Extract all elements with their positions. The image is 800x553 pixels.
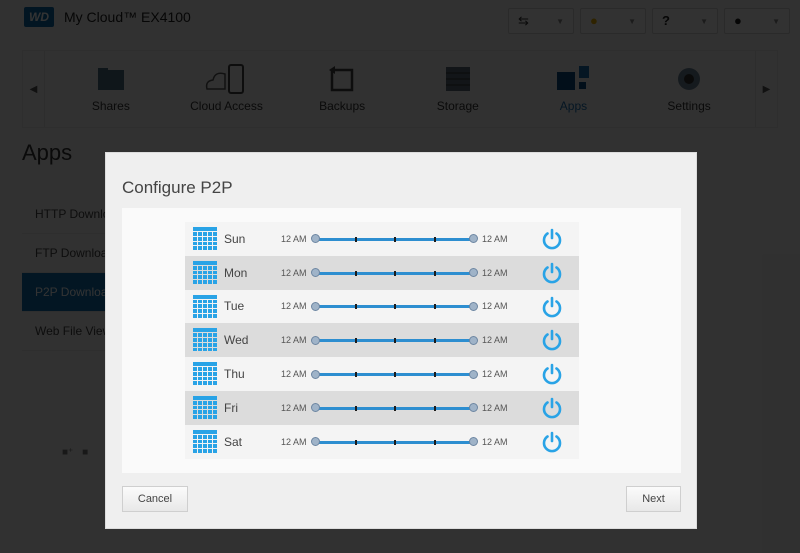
start-handle[interactable] [311, 268, 320, 278]
end-handle[interactable] [469, 403, 478, 413]
time-range-slider[interactable] [315, 372, 473, 378]
slider-tick [354, 439, 357, 445]
end-time-label: 12 AM [482, 369, 508, 380]
start-handle[interactable] [311, 403, 320, 413]
slider-tick [433, 439, 436, 445]
end-handle[interactable] [469, 335, 478, 345]
start-handle[interactable] [311, 301, 320, 311]
slider-tick [433, 405, 436, 411]
time-range-slider[interactable] [315, 439, 473, 445]
slider-tick [433, 372, 436, 378]
cancel-button[interactable]: Cancel [122, 486, 188, 512]
calendar-icon [193, 395, 217, 419]
day-label: Fri [224, 400, 238, 415]
slider-tick [433, 236, 436, 242]
slider-tick [394, 405, 396, 411]
schedule-row: Sat 12 AM 12 AM [185, 424, 579, 459]
slider-tick [394, 338, 396, 344]
end-handle[interactable] [469, 437, 478, 447]
power-toggle-icon[interactable] [541, 296, 563, 318]
power-toggle-icon[interactable] [541, 262, 563, 284]
schedule-row: Fri 12 AM 12 AM [185, 390, 579, 425]
calendar-icon [193, 362, 217, 386]
day-label: Tue [224, 299, 245, 314]
dialog-title: Configure P2P [122, 178, 233, 197]
calendar-icon [193, 227, 217, 250]
schedule-row: Tue 12 AM 12 AM [185, 289, 579, 324]
time-range-slider[interactable] [315, 270, 473, 276]
slider-tick [354, 338, 357, 344]
schedule-list: Sun 12 AM 12 AM Mon 12 AM 12 AM Tue 12 AM 12 AM W… [185, 222, 579, 459]
slider-tick [394, 304, 396, 310]
start-time-label: 12 AM [281, 267, 307, 278]
schedule-row: Wed 12 AM 12 AM [185, 323, 579, 358]
start-time-label: 12 AM [281, 402, 307, 413]
calendar-icon [193, 260, 217, 284]
slider-tick [433, 270, 436, 276]
start-time-label: 12 AM [281, 369, 307, 380]
day-label: Sat [224, 434, 243, 449]
start-handle[interactable] [311, 369, 320, 379]
dialog-body: Sun 12 AM 12 AM Mon 12 AM 12 AM Tue 12 AM 12 AM W… [122, 208, 681, 473]
slider-tick [354, 405, 357, 411]
power-toggle-icon[interactable] [541, 363, 563, 385]
slider-tick [433, 338, 436, 344]
power-toggle-icon[interactable] [541, 329, 563, 351]
end-time-label: 12 AM [482, 335, 508, 346]
end-time-label: 12 AM [482, 301, 508, 312]
end-time-label: 12 AM [482, 267, 508, 278]
day-label: Mon [224, 265, 248, 280]
calendar-icon [193, 328, 217, 352]
slider-tick [433, 304, 436, 310]
time-range-slider[interactable] [315, 304, 473, 310]
configure-p2p-dialog: Configure P2P Sun 12 AM 12 AM Mon 12 AM 12 AM… [105, 152, 697, 529]
start-time-label: 12 AM [281, 301, 307, 312]
end-time-label: 12 AM [482, 402, 508, 413]
schedule-row: Mon 12 AM 12 AM [185, 255, 579, 290]
day-label: Thu [224, 367, 245, 382]
power-toggle-icon[interactable] [541, 431, 563, 453]
start-handle[interactable] [311, 234, 320, 244]
slider-tick [394, 270, 396, 276]
slider-tick [354, 372, 357, 378]
end-handle[interactable] [469, 369, 478, 379]
start-time-label: 12 AM [281, 335, 307, 346]
start-time-label: 12 AM [281, 233, 307, 244]
day-label: Sun [224, 231, 246, 246]
end-handle[interactable] [469, 301, 478, 311]
slider-tick [354, 236, 357, 242]
start-time-label: 12 AM [281, 436, 307, 447]
time-range-slider[interactable] [315, 338, 473, 344]
day-label: Wed [224, 333, 249, 348]
slider-tick [354, 304, 357, 310]
start-handle[interactable] [311, 335, 320, 345]
calendar-icon [193, 429, 217, 453]
schedule-row: Sun 12 AM 12 AM [185, 222, 579, 256]
time-range-slider[interactable] [315, 236, 473, 242]
slider-tick [394, 372, 396, 378]
calendar-icon [193, 294, 217, 318]
end-time-label: 12 AM [482, 233, 508, 244]
end-time-label: 12 AM [482, 436, 508, 447]
schedule-row: Thu 12 AM 12 AM [185, 357, 579, 391]
slider-tick [394, 236, 396, 242]
time-range-slider[interactable] [315, 405, 473, 411]
next-button[interactable]: Next [626, 486, 681, 512]
power-toggle-icon[interactable] [541, 397, 563, 419]
power-toggle-icon[interactable] [541, 228, 563, 250]
end-handle[interactable] [469, 234, 478, 244]
end-handle[interactable] [469, 268, 478, 278]
slider-tick [394, 439, 396, 445]
start-handle[interactable] [311, 437, 320, 447]
slider-tick [354, 270, 357, 276]
